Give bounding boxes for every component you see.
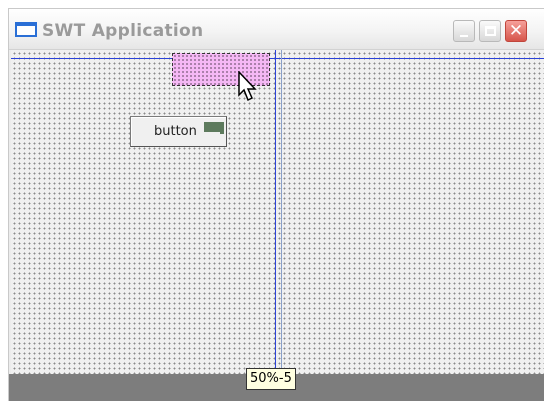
- maximize-icon: [485, 26, 496, 36]
- swt-application-window: SWT Application ✕ button: [8, 8, 544, 401]
- design-canvas[interactable]: button: [11, 50, 544, 374]
- minimize-button[interactable]: [453, 20, 475, 42]
- vertical-snap-guide: [275, 50, 276, 374]
- minimize-icon: [460, 35, 468, 37]
- position-tooltip: 50%-5: [246, 368, 296, 390]
- horizontal-snap-guide: [11, 58, 544, 59]
- close-icon: ✕: [508, 21, 524, 41]
- vertical-snap-guide-secondary: [281, 50, 282, 374]
- resize-handle-corner[interactable]: [220, 122, 224, 134]
- title-bar[interactable]: SWT Application ✕: [9, 9, 544, 50]
- button-widget[interactable]: button: [130, 116, 227, 147]
- mouse-pointer-icon: [238, 71, 257, 102]
- window-app-icon: [15, 22, 37, 37]
- close-button[interactable]: ✕: [505, 20, 527, 42]
- button-widget-label: button: [154, 124, 197, 139]
- maximize-button[interactable]: [479, 20, 501, 42]
- window-title: SWT Application: [42, 21, 204, 41]
